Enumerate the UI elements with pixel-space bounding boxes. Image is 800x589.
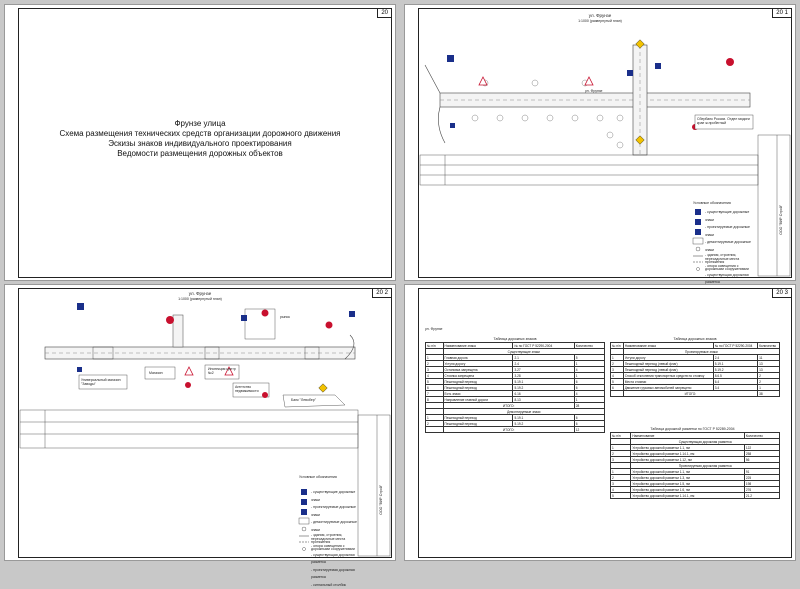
callout-text: Сбербанк России. Отдел мидиги крае ж.про… [697,117,751,125]
signs-table-projected: № п/пНаименование знака№ по ГОСТ Р 52290… [610,342,780,397]
company-stamp: ООО "ВИР Строй" [379,485,383,515]
map-street-label: ул. Фрунзе [585,89,602,93]
title-line: Фрунзе улица [5,119,395,129]
legend-item: - демонтируемые дорожные знаки [705,239,757,254]
road-curve [438,107,445,143]
company-stamp: ООО "ВИР Строй" [779,205,783,235]
profile-table [20,410,358,448]
markings-table: № п/пНаименованиеКоличество Существующая… [610,432,780,499]
title-block-frame [758,135,790,276]
table-total-row: ИТОГО:38 [611,391,780,397]
legend-item: - сигнальный столбик [311,582,357,589]
blue-sign [655,63,661,69]
building-label: Агентство недвижимости [235,385,269,393]
title-line: Ведомости размещения дорожных объектов [5,149,395,159]
title-block-frame [358,415,390,556]
side-road [425,65,440,93]
title-block: Фрунзе улица Схема размещения технически… [5,119,395,159]
side-road [173,315,183,347]
legend-item: - проектируемая дорожная разметка [311,567,357,582]
legend-item: - демонтируемые дорожные знаки [311,519,357,534]
legend-item: - опора освещения с дорожными сооружения… [311,545,357,552]
legend-title: Условные обозначения [299,475,337,479]
blue-sign [450,123,455,128]
legend-item: - проектируемые дорожные знаки [311,504,357,519]
table-title: Таблица дорожной разметки по ГОСТ Р 5228… [605,427,780,431]
building-label: рынок [280,315,290,319]
legend-item: - существующие дорожные знаки [705,209,757,224]
legend-item: - здания, строения, пересадочные места п… [311,534,357,545]
profile-table [420,155,758,185]
building-label: Магазин [149,371,163,375]
blue-sign [627,70,633,76]
street-name: ул. Фрунзе [425,327,442,331]
legend-symbols [693,209,703,271]
sheet-title-page: 20 Фрунзе улица Схема размещения техниче… [5,5,395,280]
legend-item: - здания, строения, пересадочные места п… [705,254,757,265]
sheet-tables: 20 3 ул. Фрунзе Таблица дорожных знаков … [405,285,795,560]
triangle-sign [185,367,193,375]
legend-item: - существующие дорожные знаки [311,489,357,504]
blue-sign [349,311,355,317]
title-line: Схема размещения технических средств орг… [5,129,395,139]
legend: - существующие дорожные знаки - проектир… [311,489,357,589]
red-sign [726,58,734,66]
page-number: 20 [377,8,392,18]
legend-item: - опора освещения с дорожными сооружения… [705,265,757,272]
legend-item: - существующая дорожная разметка [311,552,357,567]
building-label: Универсальный магазин "Заводы" [81,378,125,386]
signs-table-existing: № п/пНаименование знака№ по ГОСТ Р 52290… [425,342,605,433]
legend-symbols [299,489,309,551]
table-total-row: ИТОГО:12 [426,427,605,433]
blue-sign [77,303,84,310]
table-title: Таблица дорожных знаков [425,337,605,341]
red-sign [326,322,333,329]
red-sign [166,316,174,324]
red-sign [185,382,191,388]
blue-sign [447,55,454,62]
building-label: Инспекция центр №2 [208,367,238,375]
legend-item: - проектируемые дорожные знаки [705,224,757,239]
title-line: Эскизы знаков индивидуального проектиров… [5,139,395,149]
page-number: 20 3 [772,288,792,298]
sheet-plan-2: 20 2 ул. Фрунзе 1:1000 (развернутый план… [5,285,395,560]
yellow-sign [319,384,327,392]
table-row: 5Устройство дорожной разметки 1.14.1, пм… [611,493,780,499]
blue-sign [77,367,82,372]
red-sign [262,310,269,317]
legend-title: Условные обозначения [693,201,731,205]
table-title: Таблица дорожных знаков [610,337,780,341]
blue-sign [241,315,247,321]
building-label: Банк "Левобер" [291,398,316,402]
sheet-plan-1: 20 1 ул. Фрунзе 1:1000 (развернутый план… [405,5,795,280]
